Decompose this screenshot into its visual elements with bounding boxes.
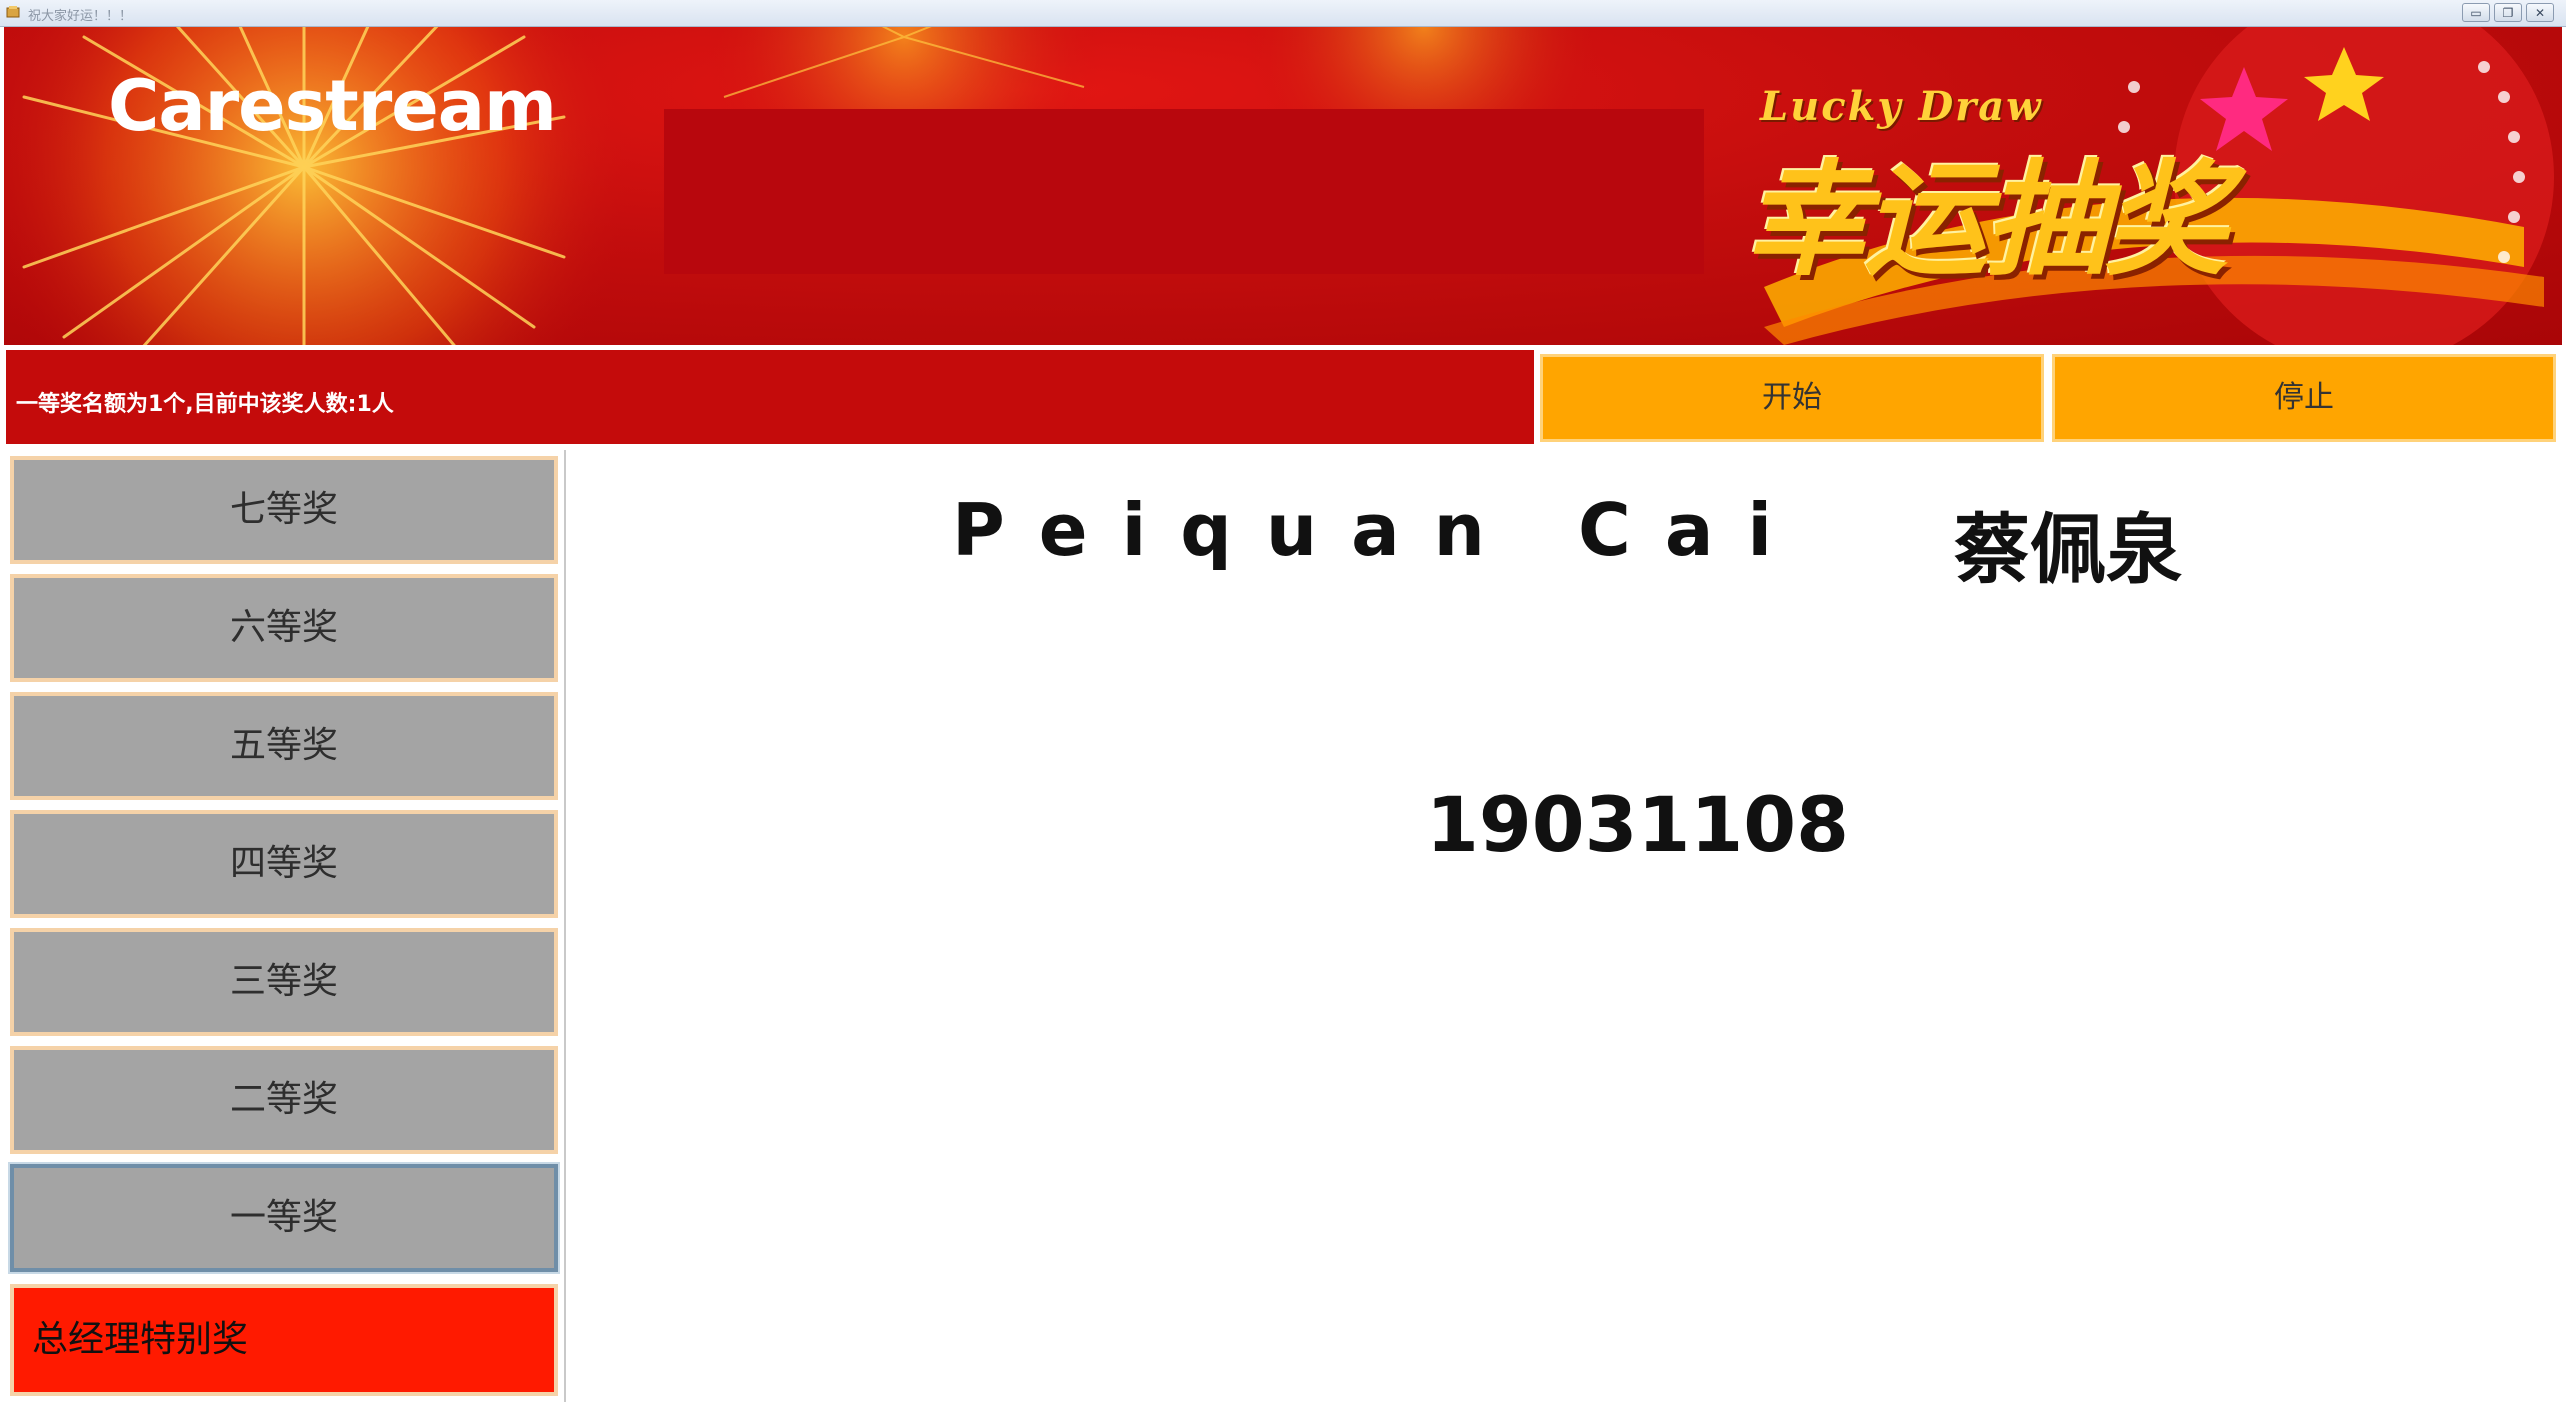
header-banner: Carestream Lucky Draw 幸运抽奖 (4, 27, 2562, 345)
restore-button[interactable]: ❐ (2494, 3, 2522, 22)
brand-logo: Carestream (108, 65, 557, 147)
window-title-bar: 祝大家好运！！！ ▭ ❐ ✕ (0, 0, 2566, 27)
prize-seventh-button[interactable]: 七等奖 (10, 456, 558, 564)
prize-first-button[interactable]: 一等奖 (8, 1162, 560, 1274)
prize-gm-special-button[interactable]: 总经理特别奖 (10, 1284, 558, 1396)
prize-third-button[interactable]: 三等奖 (10, 928, 558, 1036)
banner-title: 幸运抽奖 (1744, 149, 2228, 293)
winner-employee-id: 19031108 (1426, 780, 1850, 869)
prize-fourth-button[interactable]: 四等奖 (10, 810, 558, 918)
prize-list: 七等奖 六等奖 五等奖 四等奖 三等奖 二等奖 一等奖 总经理特别奖 (4, 450, 566, 1402)
stop-button[interactable]: 停止 (2052, 354, 2556, 442)
prize-second-button[interactable]: 二等奖 (10, 1046, 558, 1154)
minimize-button[interactable]: ▭ (2462, 3, 2490, 22)
start-button[interactable]: 开始 (1540, 354, 2044, 442)
prize-status-text: 一等奖名额为1个,目前中该奖人数:1人 (16, 392, 394, 417)
winner-name-english: Peiquan Cai (952, 488, 1807, 572)
window-title: 祝大家好运！！！ (28, 9, 133, 24)
prize-status-bar: 一等奖名额为1个,目前中该奖人数:1人 (4, 348, 1536, 446)
prize-fifth-button[interactable]: 五等奖 (10, 692, 558, 800)
prize-sixth-button[interactable]: 六等奖 (10, 574, 558, 682)
app-icon (6, 6, 20, 18)
banner-text-panel (664, 109, 1704, 274)
winner-name-chinese: 蔡佩泉 (1954, 505, 2182, 594)
close-button[interactable]: ✕ (2526, 3, 2554, 22)
